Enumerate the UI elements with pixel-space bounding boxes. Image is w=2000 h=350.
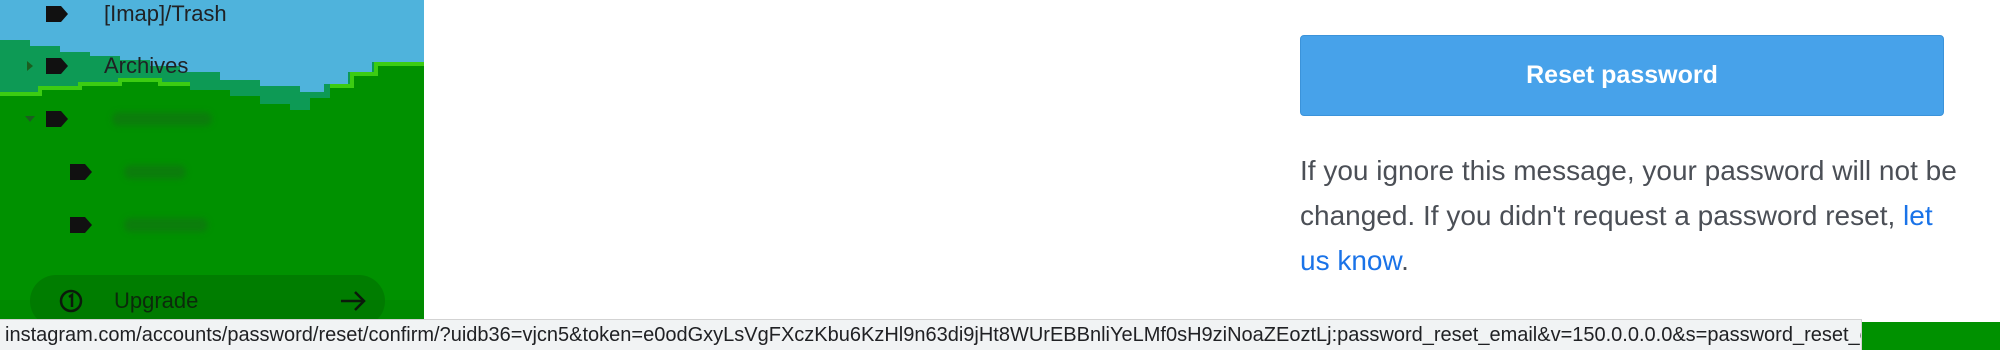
redacted-label bbox=[112, 112, 212, 126]
sidebar-item-label: Archives bbox=[104, 53, 189, 78]
arrow-right-icon bbox=[341, 291, 366, 311]
label-tag-icon bbox=[46, 111, 68, 127]
sidebar-item-imap-trash[interactable]: [Imap]/Trash bbox=[0, 0, 424, 34]
status-bar-url-preview: instagram.com/accounts/password/reset/co… bbox=[0, 319, 1862, 350]
notice-end: . bbox=[1401, 245, 1409, 276]
label-tag-icon bbox=[70, 164, 92, 180]
reset-password-button[interactable]: Reset password bbox=[1300, 35, 1944, 116]
caret-down-icon[interactable] bbox=[24, 113, 36, 125]
sidebar-item-label: [Imap]/Trash bbox=[104, 1, 227, 26]
sidebar-subitem-redacted[interactable] bbox=[0, 152, 424, 192]
background-strip bbox=[1862, 322, 2000, 350]
upgrade-circle-icon bbox=[59, 289, 83, 313]
sidebar-item-archives[interactable]: Archives bbox=[0, 46, 424, 86]
redacted-label bbox=[124, 165, 186, 179]
label-tag-icon bbox=[70, 217, 92, 233]
sidebar: [Imap]/Trash Archives Upgrade bbox=[0, 0, 424, 322]
sidebar-subitem-redacted[interactable] bbox=[0, 205, 424, 245]
caret-right-icon[interactable] bbox=[24, 60, 36, 72]
label-tag-icon bbox=[46, 58, 68, 74]
label-tag-icon bbox=[46, 6, 68, 22]
sidebar-item-redacted[interactable] bbox=[0, 99, 424, 139]
upgrade-label: Upgrade bbox=[114, 288, 199, 313]
notice-body: If you ignore this message, your passwor… bbox=[1300, 155, 1957, 231]
ignore-notice-text: If you ignore this message, your passwor… bbox=[1300, 148, 1960, 283]
upgrade-button[interactable]: Upgrade bbox=[30, 275, 385, 322]
redacted-label bbox=[124, 218, 208, 232]
